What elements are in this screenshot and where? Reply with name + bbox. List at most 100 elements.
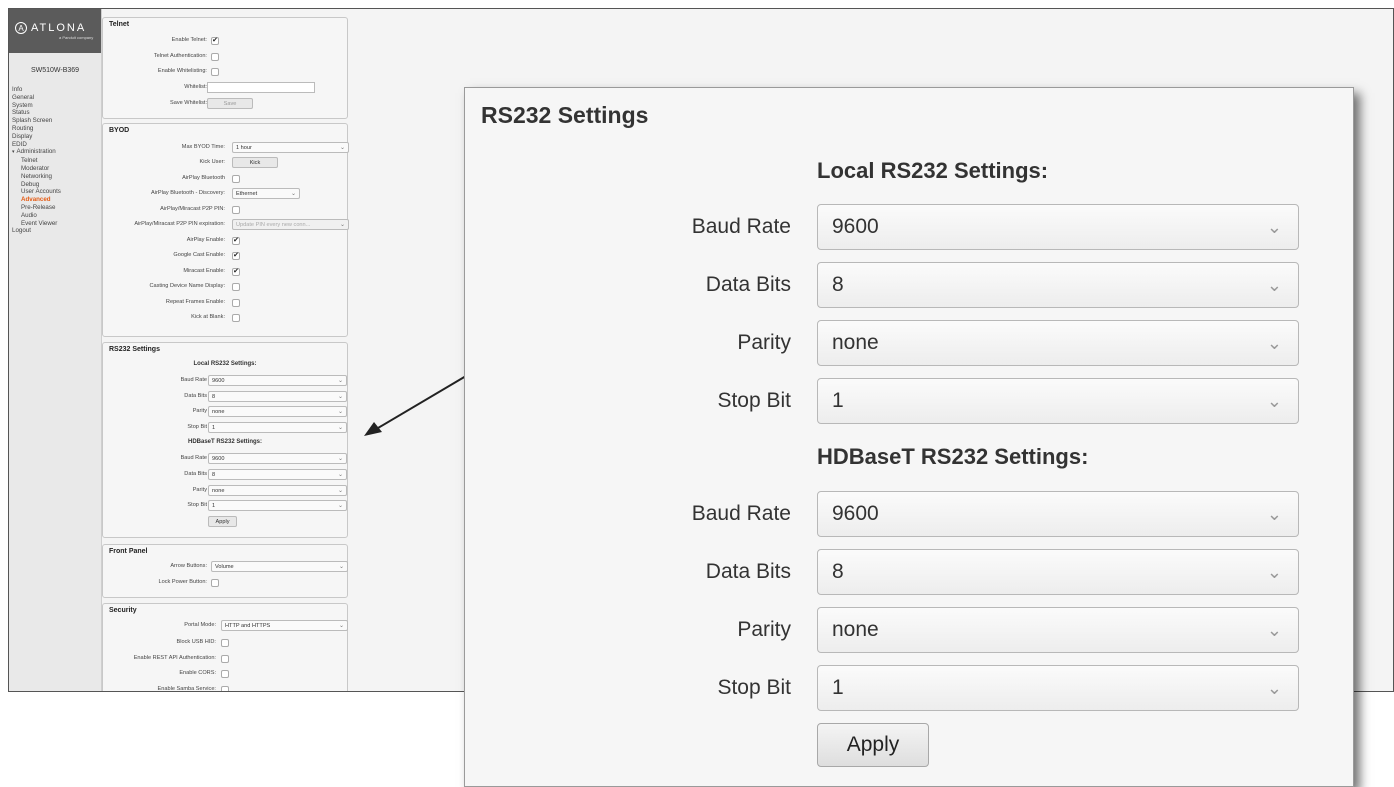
- kick-at-blank-checkbox[interactable]: [232, 314, 240, 322]
- airplay-enable-checkbox[interactable]: ✔: [232, 237, 240, 245]
- local-data-bits-select[interactable]: 8 ⌄: [208, 391, 347, 402]
- google-cast-enable-label: Google Cast Enable:: [173, 252, 225, 258]
- zoom-hdbaset-parity-select[interactable]: none ⌄: [817, 607, 1299, 653]
- block-usb-hid-checkbox[interactable]: [221, 639, 229, 647]
- google-cast-enable-checkbox[interactable]: ✔: [232, 252, 240, 260]
- portal-mode-label: Portal Mode:: [184, 622, 216, 628]
- sidebar-item-edid[interactable]: EDID: [12, 141, 101, 149]
- enable-cors-checkbox[interactable]: [221, 670, 229, 678]
- samba-checkbox[interactable]: [221, 686, 229, 691]
- zoom-parity-label: Parity: [737, 331, 791, 354]
- logo: A ATLONA: [15, 22, 101, 34]
- select-value: 1: [832, 676, 844, 699]
- local-data-bits-row: Data Bits 8 ⌄: [103, 391, 347, 404]
- airplay-bluetooth-checkbox[interactable]: [232, 175, 240, 183]
- hdbaset-parity-select[interactable]: none ⌄: [208, 485, 347, 496]
- sidebar-item-routing[interactable]: Routing: [12, 125, 101, 133]
- select-value: none: [212, 409, 225, 415]
- hdbaset-data-bits-select[interactable]: 8 ⌄: [208, 469, 347, 480]
- zoom-hdbaset-stop-bit-select[interactable]: 1 ⌄: [817, 665, 1299, 711]
- zoom-hdbaset-baud-rate-select[interactable]: 9600 ⌄: [817, 491, 1299, 537]
- rs232-zoom-panel: RS232 Settings Local RS232 Settings: Bau…: [464, 87, 1354, 787]
- front-panel-panel: Front Panel Arrow Buttons: Volume ⌄ Lock …: [102, 544, 348, 598]
- chevron-down-icon: ⌄: [337, 472, 343, 478]
- zoom-local-parity-select[interactable]: none ⌄: [817, 320, 1299, 366]
- telnet-auth-checkbox[interactable]: [211, 53, 219, 61]
- repeat-frames-checkbox[interactable]: [232, 299, 240, 307]
- zoom-local-data-bits-select[interactable]: 8 ⌄: [817, 262, 1299, 308]
- sidebar-item-moderator[interactable]: Moderator: [12, 165, 101, 173]
- sidebar-item-audio[interactable]: Audio: [12, 212, 101, 220]
- enable-whitelisting-checkbox[interactable]: [211, 68, 219, 76]
- select-value: 9600: [832, 215, 879, 238]
- kick-button[interactable]: Kick: [232, 157, 278, 168]
- local-stop-bit-select[interactable]: 1 ⌄: [208, 422, 347, 433]
- sidebar-item-info[interactable]: Info: [12, 86, 101, 94]
- sidebar-item-logout[interactable]: Logout: [12, 227, 101, 235]
- kick-user-label: Kick User:: [199, 159, 226, 165]
- max-byod-time-select[interactable]: 1 hour ⌄: [232, 142, 349, 153]
- casting-name-display-label: Casting Device Name Display:: [149, 283, 225, 289]
- lock-power-label: Lock Power Button:: [158, 579, 207, 585]
- portal-mode-select[interactable]: HTTP and HTTPS ⌄: [221, 620, 348, 631]
- sidebar-item-system[interactable]: System: [12, 102, 101, 110]
- select-value: none: [832, 618, 879, 641]
- sidebar-item-general[interactable]: General: [12, 94, 101, 102]
- airplay-bt-discovery-row: AirPlay Bluetooth - Discovery: Ethernet ⌄: [103, 188, 347, 201]
- hdbaset-baud-rate-select[interactable]: 9600 ⌄: [208, 453, 347, 464]
- whitelist-input[interactable]: [207, 82, 315, 93]
- chevron-down-icon: ⌄: [1266, 391, 1282, 411]
- sidebar-item-administration[interactable]: ▾ Administration: [12, 148, 101, 157]
- local-parity-select[interactable]: none ⌄: [208, 406, 347, 417]
- chevron-down-icon: ⌄: [337, 488, 343, 494]
- apply-button[interactable]: Apply: [208, 516, 237, 527]
- chevron-down-icon: ⌄: [338, 623, 344, 629]
- hdbaset-stop-bit-select[interactable]: 1 ⌄: [208, 500, 347, 511]
- security-panel: Security Portal Mode: HTTP and HTTPS ⌄ Bl…: [102, 603, 348, 691]
- lock-power-checkbox[interactable]: [211, 579, 219, 587]
- sidebar-nav: Info General System Status Splash Screen…: [9, 86, 101, 235]
- rest-api-auth-checkbox[interactable]: [221, 655, 229, 663]
- zoom-panel-title: RS232 Settings: [481, 102, 649, 128]
- airplay-bt-discovery-select[interactable]: Ethernet ⌄: [232, 188, 300, 199]
- casting-name-display-checkbox[interactable]: [232, 283, 240, 291]
- hdbaset-parity-row: Parity none ⌄: [103, 485, 347, 498]
- sidebar-item-splash-screen[interactable]: Splash Screen: [12, 117, 101, 125]
- sidebar-item-networking[interactable]: Networking: [12, 173, 101, 181]
- zoom-hdbaset-data-bits-select[interactable]: 8 ⌄: [817, 549, 1299, 595]
- sidebar-item-pre-release[interactable]: Pre-Release: [12, 204, 101, 212]
- save-whitelist-button[interactable]: Save: [207, 98, 253, 109]
- select-value: 9600: [212, 456, 225, 462]
- local-parity-row: Parity none ⌄: [103, 406, 347, 419]
- stop-bit-label: Stop Bit: [187, 424, 207, 430]
- select-value: 1: [832, 389, 844, 412]
- sidebar-item-user-accounts[interactable]: User Accounts: [12, 188, 101, 196]
- sidebar-item-display[interactable]: Display: [12, 133, 101, 141]
- sidebar-item-telnet[interactable]: Telnet: [12, 157, 101, 165]
- panel-title: Front Panel: [109, 548, 148, 555]
- local-baud-rate-select[interactable]: 9600 ⌄: [208, 375, 347, 386]
- miracast-enable-checkbox[interactable]: ✔: [232, 268, 240, 276]
- airplay-bluetooth-row: AirPlay Bluetooth: [103, 173, 347, 186]
- sidebar-item-advanced[interactable]: Advanced: [12, 196, 101, 204]
- p2p-pin-checkbox[interactable]: [232, 206, 240, 214]
- block-usb-hid-row: Block USB HID:: [103, 637, 347, 650]
- select-value: Volume: [215, 564, 234, 570]
- zoom-apply-button[interactable]: Apply: [817, 723, 929, 767]
- rest-api-auth-label: Enable REST API Authentication:: [133, 655, 216, 661]
- local-stop-bit-row: Stop Bit 1 ⌄: [103, 422, 347, 435]
- enable-telnet-checkbox[interactable]: ✔: [211, 37, 219, 45]
- p2p-pin-expiration-select[interactable]: Update PIN every new conn... ⌄: [232, 219, 349, 230]
- sidebar-item-status[interactable]: Status: [12, 109, 101, 117]
- zoom-local-stop-bit-select[interactable]: 1 ⌄: [817, 378, 1299, 424]
- zoom-local-baud-rate-select[interactable]: 9600 ⌄: [817, 204, 1299, 250]
- arrow-buttons-select[interactable]: Volume ⌄: [211, 561, 348, 572]
- p2p-pin-expiration-row: AirPlay/Miracast P2P PIN expiration: Upd…: [103, 219, 349, 232]
- panel-title: RS232 Settings: [109, 346, 160, 353]
- zoom-stop-bit-label: Stop Bit: [717, 676, 791, 699]
- rs232-panel: RS232 Settings Local RS232 Settings: Bau…: [102, 342, 348, 538]
- chevron-down-icon: ⌄: [339, 222, 345, 228]
- atlona-logo-icon: A: [15, 22, 27, 34]
- sidebar-item-debug[interactable]: Debug: [12, 181, 101, 189]
- sidebar-item-event-viewer[interactable]: Event Viewer: [12, 220, 101, 228]
